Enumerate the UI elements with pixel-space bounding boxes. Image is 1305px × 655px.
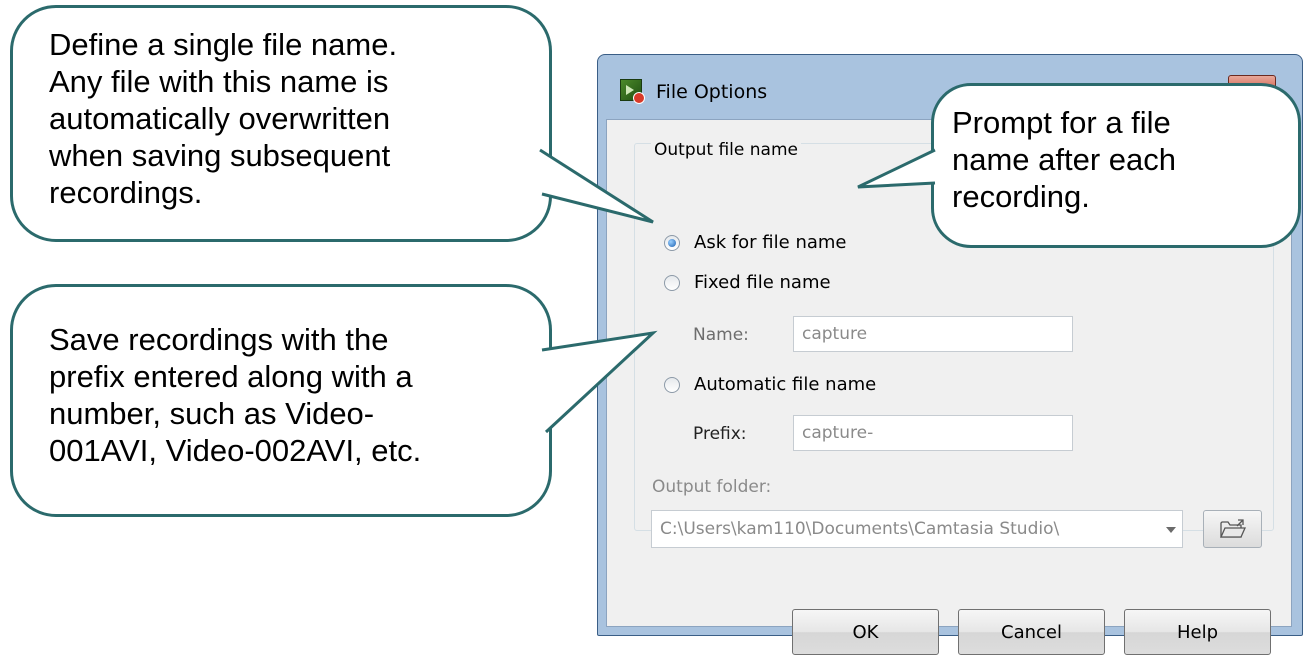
callout-pointers bbox=[539, 148, 936, 434]
callout-ask-tail bbox=[857, 148, 936, 189]
callout-fixed-tail bbox=[539, 148, 654, 224]
callout-automatic-tail bbox=[541, 330, 658, 434]
